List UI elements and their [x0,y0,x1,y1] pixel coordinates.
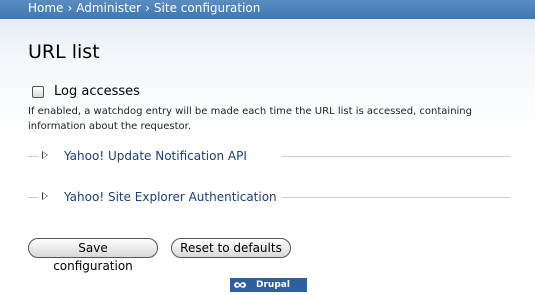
collapse-triangle-icon[interactable] [42,192,48,200]
log-accesses-description: If enabled, a watchdog entry will be mad… [28,106,472,132]
fieldset-border [282,197,510,198]
breadcrumb-separator: › [145,1,150,15]
breadcrumb-site-configuration[interactable]: Site configuration [154,1,260,15]
collapse-triangle-icon[interactable] [42,151,48,159]
log-accesses-row: Log accesses [32,84,140,100]
drupal-drop-icon [230,278,250,292]
breadcrumb-administer[interactable]: Administer [76,1,141,15]
page-title: URL list [28,41,100,63]
breadcrumb: Home › Administer › Site configuration [28,1,260,16]
fieldset-border [28,156,38,157]
fieldset-legend-yahoo-update-notification[interactable]: Yahoo! Update Notification API [64,148,251,164]
breadcrumb-separator: › [67,1,73,15]
log-accesses-checkbox[interactable] [32,86,44,98]
reset-to-defaults-button[interactable]: Reset to defaults [171,238,291,258]
fieldset-yahoo-site-explorer: Yahoo! Site Explorer Authentication [28,189,510,205]
fieldset-yahoo-update-notification: Yahoo! Update Notification API [28,148,510,164]
fieldset-border [282,156,510,157]
fieldset-legend-yahoo-site-explorer[interactable]: Yahoo! Site Explorer Authentication [64,189,281,205]
powered-by-drupal-badge[interactable]: Drupal [230,278,307,292]
fieldset-border [28,197,38,198]
save-configuration-button[interactable]: Save configuration [28,238,158,273]
drupal-badge-text: Drupal [256,280,290,290]
log-accesses-label[interactable]: Log accesses [54,84,140,100]
breadcrumb-home[interactable]: Home [28,1,63,15]
header-bar: Home › Administer › Site configuration [0,0,535,19]
